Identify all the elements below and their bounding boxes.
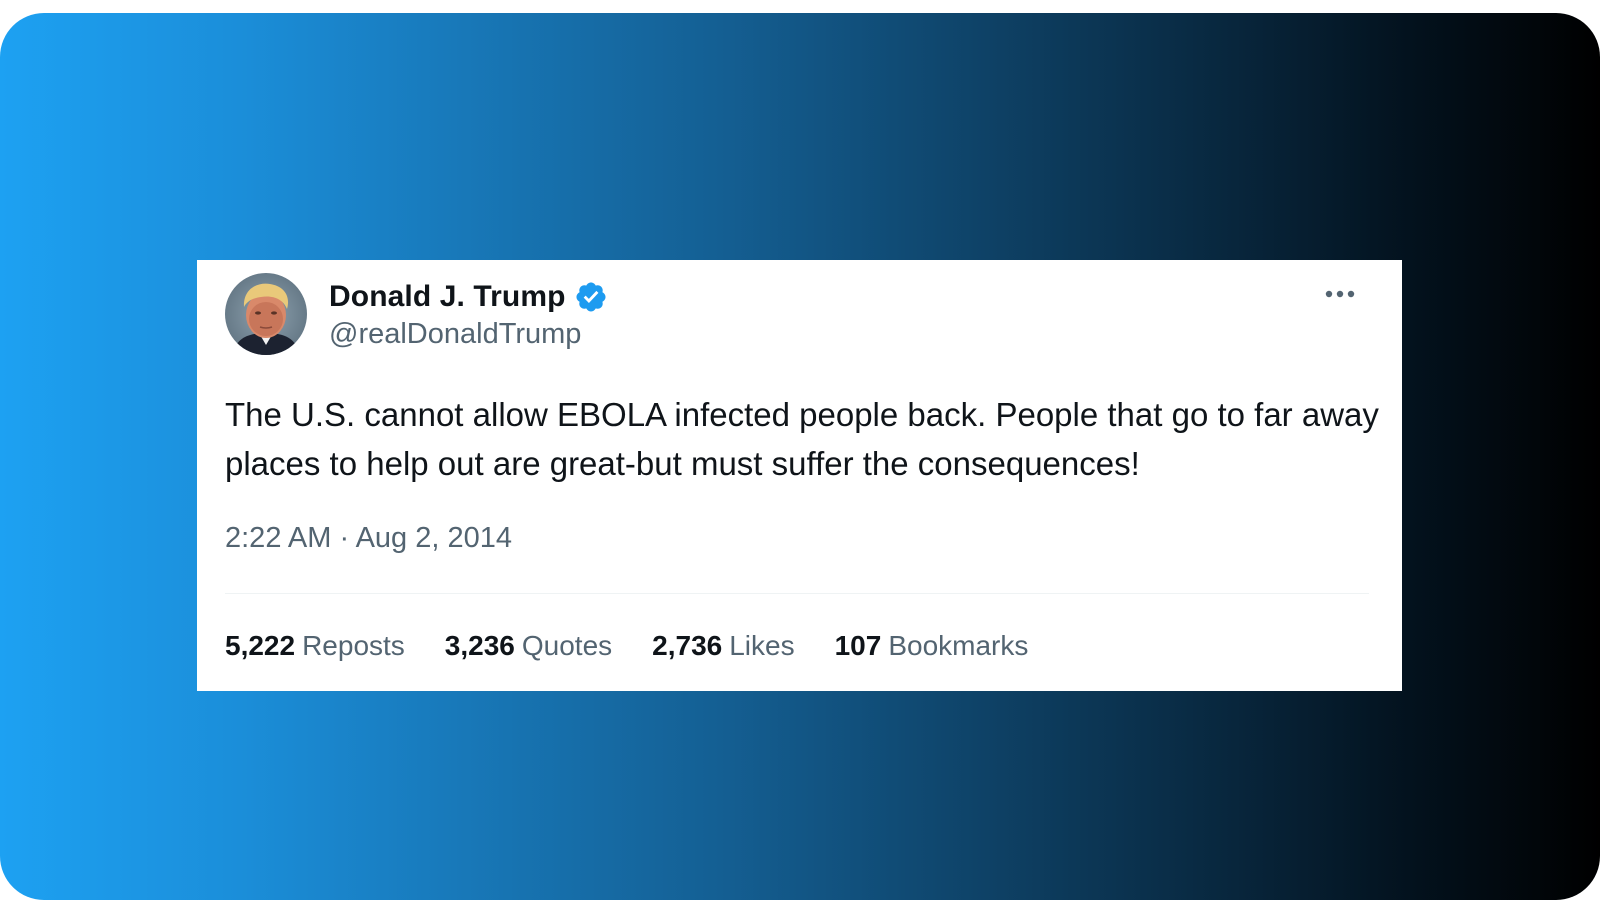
stat-label: Likes xyxy=(729,630,795,661)
stat-label: Reposts xyxy=(302,630,405,661)
verified-badge-icon xyxy=(574,280,608,314)
tweet-text: The U.S. cannot allow EBOLA infected peo… xyxy=(225,396,1379,482)
stat-count: 5,222 xyxy=(225,630,296,661)
avatar[interactable] xyxy=(225,273,307,355)
divider xyxy=(225,593,1369,594)
stat-likes[interactable]: 2,736 Likes xyxy=(652,630,794,662)
author-display-name[interactable]: Donald J. Trump xyxy=(329,280,566,314)
stat-count: 107 xyxy=(834,630,882,661)
more-horizontal-icon[interactable] xyxy=(1322,284,1358,304)
stat-label: Bookmarks xyxy=(888,630,1029,661)
author-handle[interactable]: @realDonaldTrump xyxy=(329,318,581,351)
author-name-row[interactable]: Donald J. Trump xyxy=(329,276,608,318)
stat-bookmarks[interactable]: 107 Bookmarks xyxy=(835,630,1029,662)
stat-count: 2,736 xyxy=(652,630,723,661)
tweet-timestamp[interactable]: 2:22 AM · Aug 2, 2014 xyxy=(225,522,512,555)
engagement-stats: 5,222 Reposts 3,236 Quotes 2,736 Likes 107 B… xyxy=(225,630,1068,662)
avatar-photo xyxy=(225,273,307,355)
stat-label: Quotes xyxy=(521,630,613,661)
stat-reposts[interactable]: 5,222 Reposts xyxy=(225,630,405,662)
tweet-card[interactable]: Donald J. Trump @realDonaldTrump The U.S… xyxy=(197,260,1402,691)
stat-quotes[interactable]: 3,236 Quotes xyxy=(445,630,612,662)
gradient-background: Donald J. Trump @realDonaldTrump The U.S… xyxy=(0,13,1600,900)
stat-count: 3,236 xyxy=(444,630,515,661)
